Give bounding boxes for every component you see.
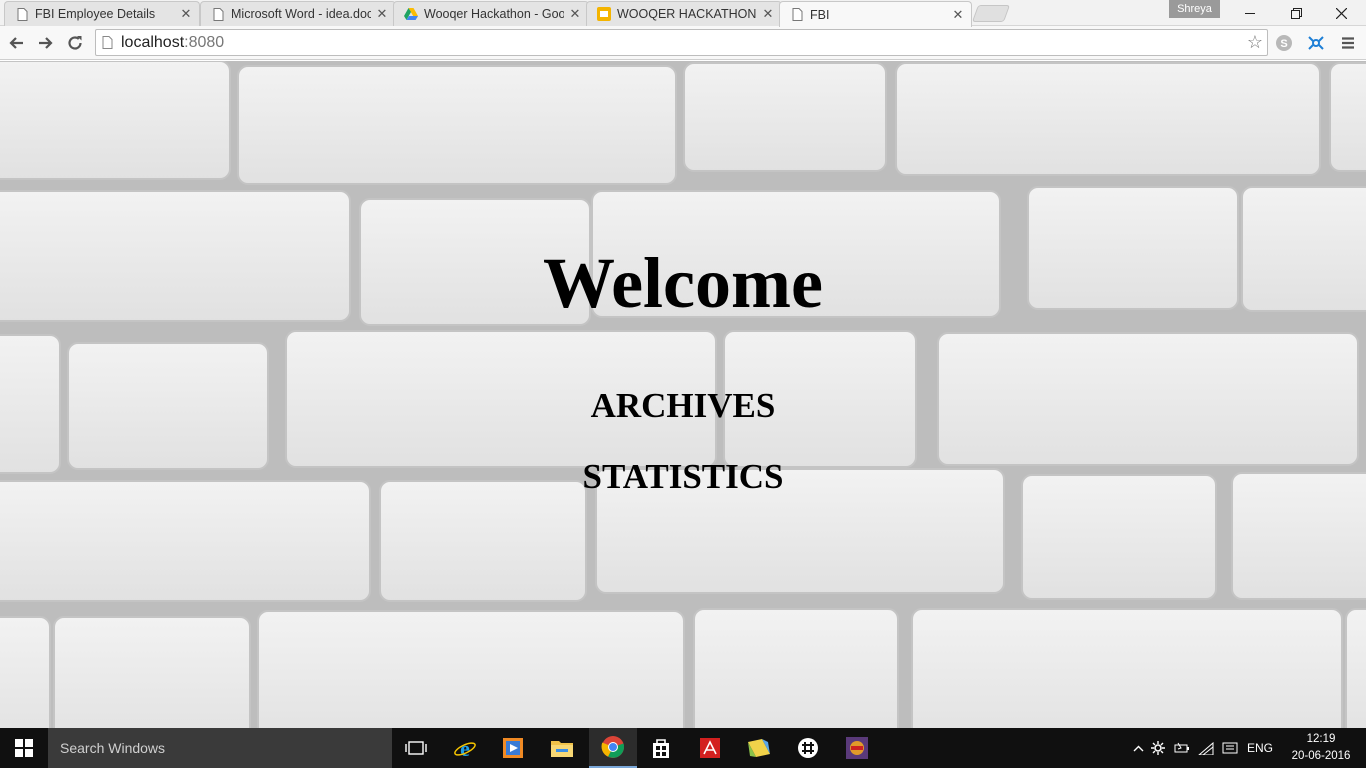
address-bar[interactable]: localhost:8080 ☆ <box>95 29 1268 56</box>
browser-toolbar: localhost:8080 ☆ S <box>0 26 1366 60</box>
windows-search-input[interactable]: Search Windows <box>48 728 392 768</box>
restore-icon[interactable] <box>1273 0 1319 26</box>
acrobat-reader-icon[interactable] <box>686 728 734 768</box>
back-arrow-icon[interactable] <box>4 31 28 55</box>
page-content: Welcome ARCHIVES STATISTICS <box>0 61 1366 728</box>
archives-link[interactable]: ARCHIVES <box>0 388 1366 423</box>
page-icon <box>15 7 29 21</box>
app-icon[interactable] <box>833 728 881 768</box>
url-port: :8080 <box>184 33 225 51</box>
statistics-link[interactable]: STATISTICS <box>0 459 1366 494</box>
system-tray: ENG <box>1130 728 1278 768</box>
forward-arrow-icon[interactable] <box>34 31 58 55</box>
close-icon[interactable]: ✕ <box>179 6 193 21</box>
page-icon <box>790 8 804 22</box>
tab-wooqer-hackathon-slides[interactable]: WOOQER HACKATHON - ✕ <box>586 1 782 26</box>
slides-icon <box>597 7 611 21</box>
chevron-up-icon[interactable] <box>1130 745 1146 752</box>
close-icon[interactable]: ✕ <box>761 6 775 21</box>
tab-strip: FBI Employee Details ✕ Microsoft Word - … <box>0 0 1366 27</box>
bookmark-star-icon[interactable]: ☆ <box>1247 32 1263 53</box>
clock-date: 20-06-2016 <box>1291 750 1351 762</box>
close-icon[interactable]: ✕ <box>951 7 965 22</box>
close-window-icon[interactable] <box>1318 0 1364 26</box>
svg-text:e: e <box>460 736 470 760</box>
tab-wooqer-hackathon-drive[interactable]: Wooqer Hackathon - Goo ✕ <box>393 1 589 26</box>
chrome-icon[interactable] <box>589 728 637 768</box>
skype-extension-icon[interactable]: S <box>1273 32 1295 54</box>
media-player-icon[interactable] <box>489 728 537 768</box>
sticky-folder-icon[interactable] <box>735 728 783 768</box>
page-viewport: Welcome ARCHIVES STATISTICS <box>0 61 1366 728</box>
tab-fbi[interactable]: FBI ✕ <box>779 1 972 27</box>
tab-title: Wooqer Hackathon - Goo <box>424 7 564 21</box>
windows-start-icon[interactable] <box>0 728 48 768</box>
page-icon <box>102 36 113 49</box>
slack-icon[interactable] <box>784 728 832 768</box>
page-icon <box>211 7 225 21</box>
clock[interactable]: 12:19 20-06-2016 <box>1286 731 1356 765</box>
tab-title: Microsoft Word - idea.doc <box>231 7 371 21</box>
tab-title: WOOQER HACKATHON - <box>617 7 757 21</box>
clock-time: 12:19 <box>1306 733 1336 745</box>
notifications-icon[interactable] <box>1218 742 1242 755</box>
close-icon[interactable]: ✕ <box>375 6 389 21</box>
tab-title: FBI Employee Details <box>35 7 156 21</box>
drive-icon <box>404 7 418 21</box>
wifi-icon[interactable] <box>1194 741 1218 755</box>
close-icon[interactable]: ✕ <box>568 6 582 21</box>
settings-icon[interactable] <box>1146 741 1170 755</box>
profile-button[interactable]: Shreya <box>1169 0 1220 18</box>
language-indicator[interactable]: ENG <box>1242 741 1278 755</box>
windows-taskbar: Search Windows e ENG 12:19 20-06-2016 <box>0 728 1366 768</box>
reload-icon[interactable] <box>63 31 87 55</box>
minimize-icon[interactable] <box>1227 0 1273 26</box>
tab-fbi-employee-details[interactable]: FBI Employee Details ✕ <box>4 1 200 26</box>
file-explorer-icon[interactable] <box>538 728 586 768</box>
url-host: localhost <box>121 33 185 51</box>
tab-title: FBI <box>810 7 830 22</box>
menu-icon[interactable] <box>1337 32 1359 54</box>
svg-text:S: S <box>1280 38 1287 50</box>
task-view-icon[interactable] <box>392 728 440 768</box>
battery-icon[interactable] <box>1170 742 1194 754</box>
internet-explorer-icon[interactable]: e <box>441 728 489 768</box>
extension-icon[interactable] <box>1305 32 1327 54</box>
new-tab-button[interactable] <box>971 5 1011 22</box>
page-title: Welcome <box>543 243 823 323</box>
tab-microsoft-word[interactable]: Microsoft Word - idea.doc ✕ <box>200 1 396 26</box>
store-icon[interactable] <box>637 728 685 768</box>
